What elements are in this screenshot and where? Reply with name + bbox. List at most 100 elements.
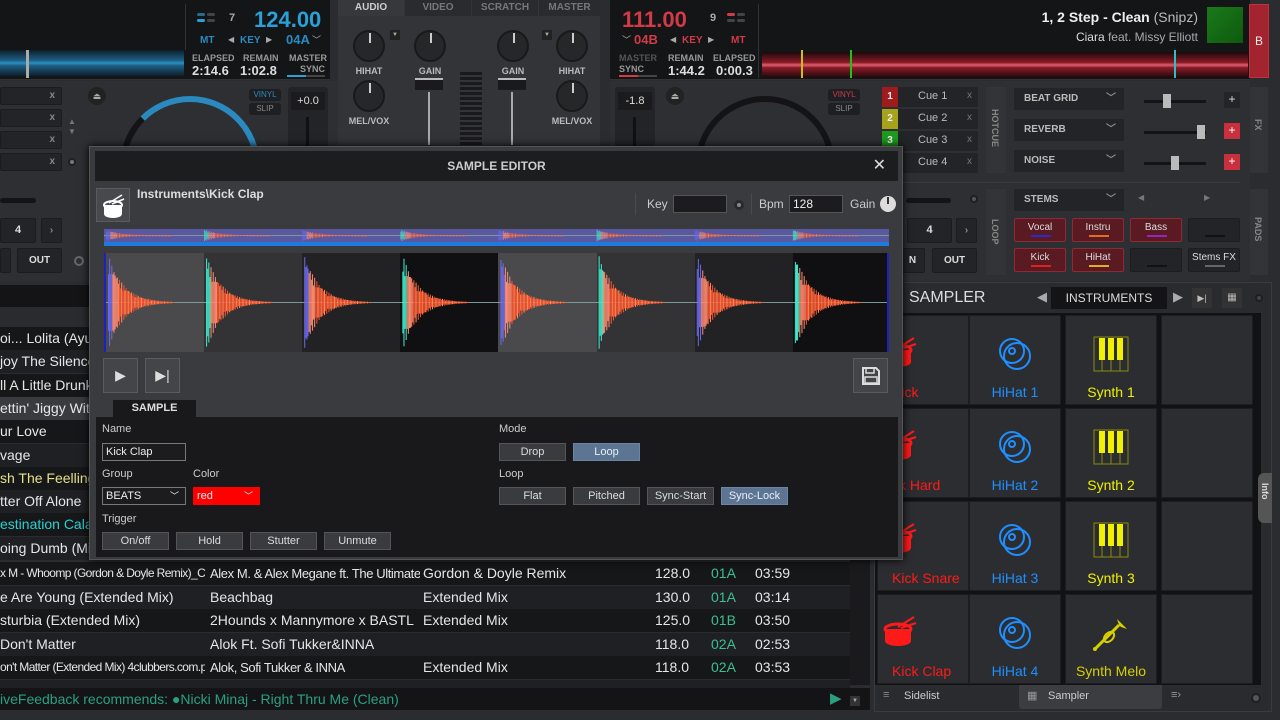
right-sync-label[interactable]: SYNC bbox=[619, 64, 644, 74]
group-select[interactable]: BEATS ﹀ bbox=[102, 487, 186, 505]
left-loop-next-button[interactable]: › bbox=[41, 218, 62, 243]
browser-row-partial[interactable]: joy The Silence bbox=[0, 350, 95, 374]
sampler-pad[interactable] bbox=[1161, 501, 1253, 591]
right-key-dropdown-icon[interactable]: ﹀ bbox=[622, 33, 631, 46]
hotcue-side-tab[interactable]: HOTCUE bbox=[986, 87, 1006, 173]
right-key-value[interactable]: 04B bbox=[634, 32, 658, 47]
sidelist-tab[interactable]: ≡ Sidelist bbox=[879, 687, 1019, 709]
sampler-pad[interactable]: Synth Melo bbox=[1065, 594, 1157, 684]
left-sync-label[interactable]: SYNC bbox=[300, 64, 325, 74]
stem-pad[interactable]: Bass bbox=[1130, 218, 1182, 242]
browser-row-partial[interactable]: ll A Little Drunk bbox=[0, 373, 93, 397]
browser-row-partial[interactable]: sh The Feelling bbox=[0, 466, 95, 490]
browser-row-partial[interactable]: tter Off Alone bbox=[0, 490, 90, 514]
right-loop-value[interactable]: 4 bbox=[907, 218, 952, 243]
hotcue-2[interactable]: 2 Cue 2 x bbox=[882, 109, 978, 129]
left-key-prev-icon[interactable]: ◀ bbox=[228, 35, 234, 44]
fx-2-toggle[interactable]: + bbox=[1224, 123, 1240, 139]
stem-pad[interactable] bbox=[1188, 218, 1240, 242]
left-slip-button[interactable]: SLIP bbox=[249, 103, 281, 115]
right-key-next-icon[interactable]: ▶ bbox=[708, 35, 714, 44]
sampler-pad[interactable] bbox=[1161, 408, 1253, 498]
sampler-pad[interactable]: Synth 1 bbox=[1065, 315, 1157, 405]
table-row[interactable]: e Are Young (Extended Mix) Beachbag Extend… bbox=[0, 585, 850, 609]
left-key-dropdown-icon[interactable]: ﹀ bbox=[312, 33, 321, 46]
fx-2-slider[interactable] bbox=[1144, 125, 1206, 139]
pads-side-tab[interactable]: PADS bbox=[1250, 189, 1268, 275]
left-settings-icon[interactable] bbox=[74, 256, 84, 266]
browser-search-bar[interactable] bbox=[0, 285, 90, 307]
fx-3-toggle[interactable]: + bbox=[1224, 154, 1240, 170]
sampler-pad[interactable]: Synth 2 bbox=[1065, 408, 1157, 498]
browser-row-partial[interactable]: estination Calab bbox=[0, 513, 100, 537]
loop-side-tab[interactable]: LOOP bbox=[986, 189, 1006, 275]
stems-prev-icon[interactable]: ◀ bbox=[1138, 193, 1144, 202]
mixer-tab-audio[interactable]: AUDIO bbox=[338, 0, 404, 16]
sample-main-waveform[interactable] bbox=[104, 253, 889, 352]
trigger-button-stutter[interactable]: Stutter bbox=[250, 532, 317, 550]
live-feedback-text[interactable]: iveFeedback recommends: ●Nicki Minaj - R… bbox=[0, 691, 399, 707]
left-loop-out-button[interactable]: OUT bbox=[17, 248, 62, 273]
left-gain-knob[interactable] bbox=[414, 30, 446, 62]
live-feedback-play-icon[interactable]: ▶ bbox=[830, 689, 842, 707]
right-loop-out-button[interactable]: OUT bbox=[932, 248, 977, 273]
hotcue-3-delete[interactable]: x bbox=[967, 134, 972, 145]
gain-knob[interactable] bbox=[880, 196, 896, 212]
mixer-tab-scratch[interactable]: SCRATCH bbox=[472, 0, 538, 16]
right-mt-button[interactable]: MT bbox=[731, 35, 745, 46]
loop-button-synclock[interactable]: Sync-Lock bbox=[721, 487, 788, 505]
left-loop-value[interactable]: 4 bbox=[0, 218, 36, 243]
left-cue-scroll-icon[interactable]: ▲ ▼ bbox=[68, 117, 76, 137]
sampler-pad[interactable]: HiHat 2 bbox=[969, 408, 1061, 498]
sampler-skip-button[interactable]: ▶| bbox=[1192, 288, 1212, 308]
left-cue-slot-2[interactable]: x bbox=[0, 109, 62, 127]
live-feedback-menu-icon[interactable]: ▼ bbox=[850, 696, 860, 706]
stem-pad[interactable]: Instru bbox=[1072, 218, 1124, 242]
right-hihat-knob[interactable] bbox=[556, 30, 588, 62]
mode-button-drop[interactable]: Drop bbox=[499, 443, 566, 461]
right-master-label[interactable]: MASTER bbox=[619, 53, 657, 63]
stem-pad[interactable] bbox=[1130, 248, 1182, 272]
left-cue-slot-3[interactable]: x bbox=[0, 131, 62, 149]
fx-select-2[interactable]: REVERB ﹀ bbox=[1014, 119, 1124, 141]
loop-button-flat[interactable]: Flat bbox=[499, 487, 566, 505]
left-loop-in-button[interactable] bbox=[0, 248, 11, 273]
browser-row-partial[interactable]: ur Love bbox=[0, 420, 90, 444]
key-detect-icon[interactable] bbox=[734, 200, 744, 210]
hotcue-1[interactable]: 1 Cue 1 x bbox=[882, 87, 978, 107]
fx-side-tab[interactable]: FX bbox=[1250, 87, 1268, 173]
trigger-button-onoff[interactable]: On/off bbox=[102, 532, 169, 550]
sampler-pad[interactable] bbox=[1161, 594, 1253, 684]
sampler-bank-next-icon[interactable]: ▶ bbox=[1173, 289, 1183, 305]
fx-1-toggle[interactable]: + bbox=[1224, 92, 1240, 108]
left-vinyl-button[interactable]: VINYL bbox=[249, 89, 281, 101]
fx-select-1[interactable]: BEAT GRID ﹀ bbox=[1014, 88, 1124, 110]
right-melvox-knob[interactable] bbox=[556, 80, 588, 112]
browser-row-partial[interactable]: oing Dumb (Mik bbox=[0, 536, 98, 560]
save-button[interactable] bbox=[853, 358, 888, 393]
sample-play-button[interactable]: ▶ bbox=[103, 358, 138, 393]
sampler-pad[interactable]: Synth 3 bbox=[1065, 501, 1157, 591]
sidebar-collapse-icon[interactable]: ≡› bbox=[1171, 689, 1181, 701]
left-master-label[interactable]: MASTER bbox=[289, 53, 327, 63]
sampler-bottom-dot-icon[interactable] bbox=[1251, 693, 1261, 703]
right-gain-knob[interactable] bbox=[497, 30, 529, 62]
sampler-pad[interactable]: HiHat 1 bbox=[969, 315, 1061, 405]
fx-select-3[interactable]: NOISE ﹀ bbox=[1014, 150, 1124, 172]
fx-1-slider[interactable] bbox=[1144, 94, 1206, 108]
table-row[interactable]: sturbia (Extended Mix) 2Hounds x Mannymor… bbox=[0, 609, 850, 632]
sampler-dot-icon[interactable] bbox=[1255, 294, 1263, 302]
right-loop-dot-icon[interactable] bbox=[970, 195, 978, 203]
sampler-tab[interactable]: ▦ Sampler bbox=[1019, 685, 1162, 709]
hotcue-4-delete[interactable]: x bbox=[967, 156, 972, 167]
browser-row-partial[interactable]: oi... Lolita (Ayur bbox=[0, 327, 97, 350]
sampler-grid-view-icon[interactable]: ▦ bbox=[1222, 288, 1242, 308]
left-mt-button[interactable]: MT bbox=[200, 35, 214, 46]
right-eject-button[interactable]: ⏏ bbox=[666, 87, 684, 105]
fx-3-slider[interactable] bbox=[1144, 156, 1206, 170]
sample-skip-button[interactable]: ▶| bbox=[145, 358, 180, 393]
bpm-input[interactable]: 128 bbox=[789, 195, 843, 213]
right-loop-next-button[interactable]: › bbox=[956, 218, 977, 243]
stem-pad[interactable]: Vocal bbox=[1014, 218, 1066, 242]
color-select[interactable]: red ﹀ bbox=[193, 487, 260, 505]
